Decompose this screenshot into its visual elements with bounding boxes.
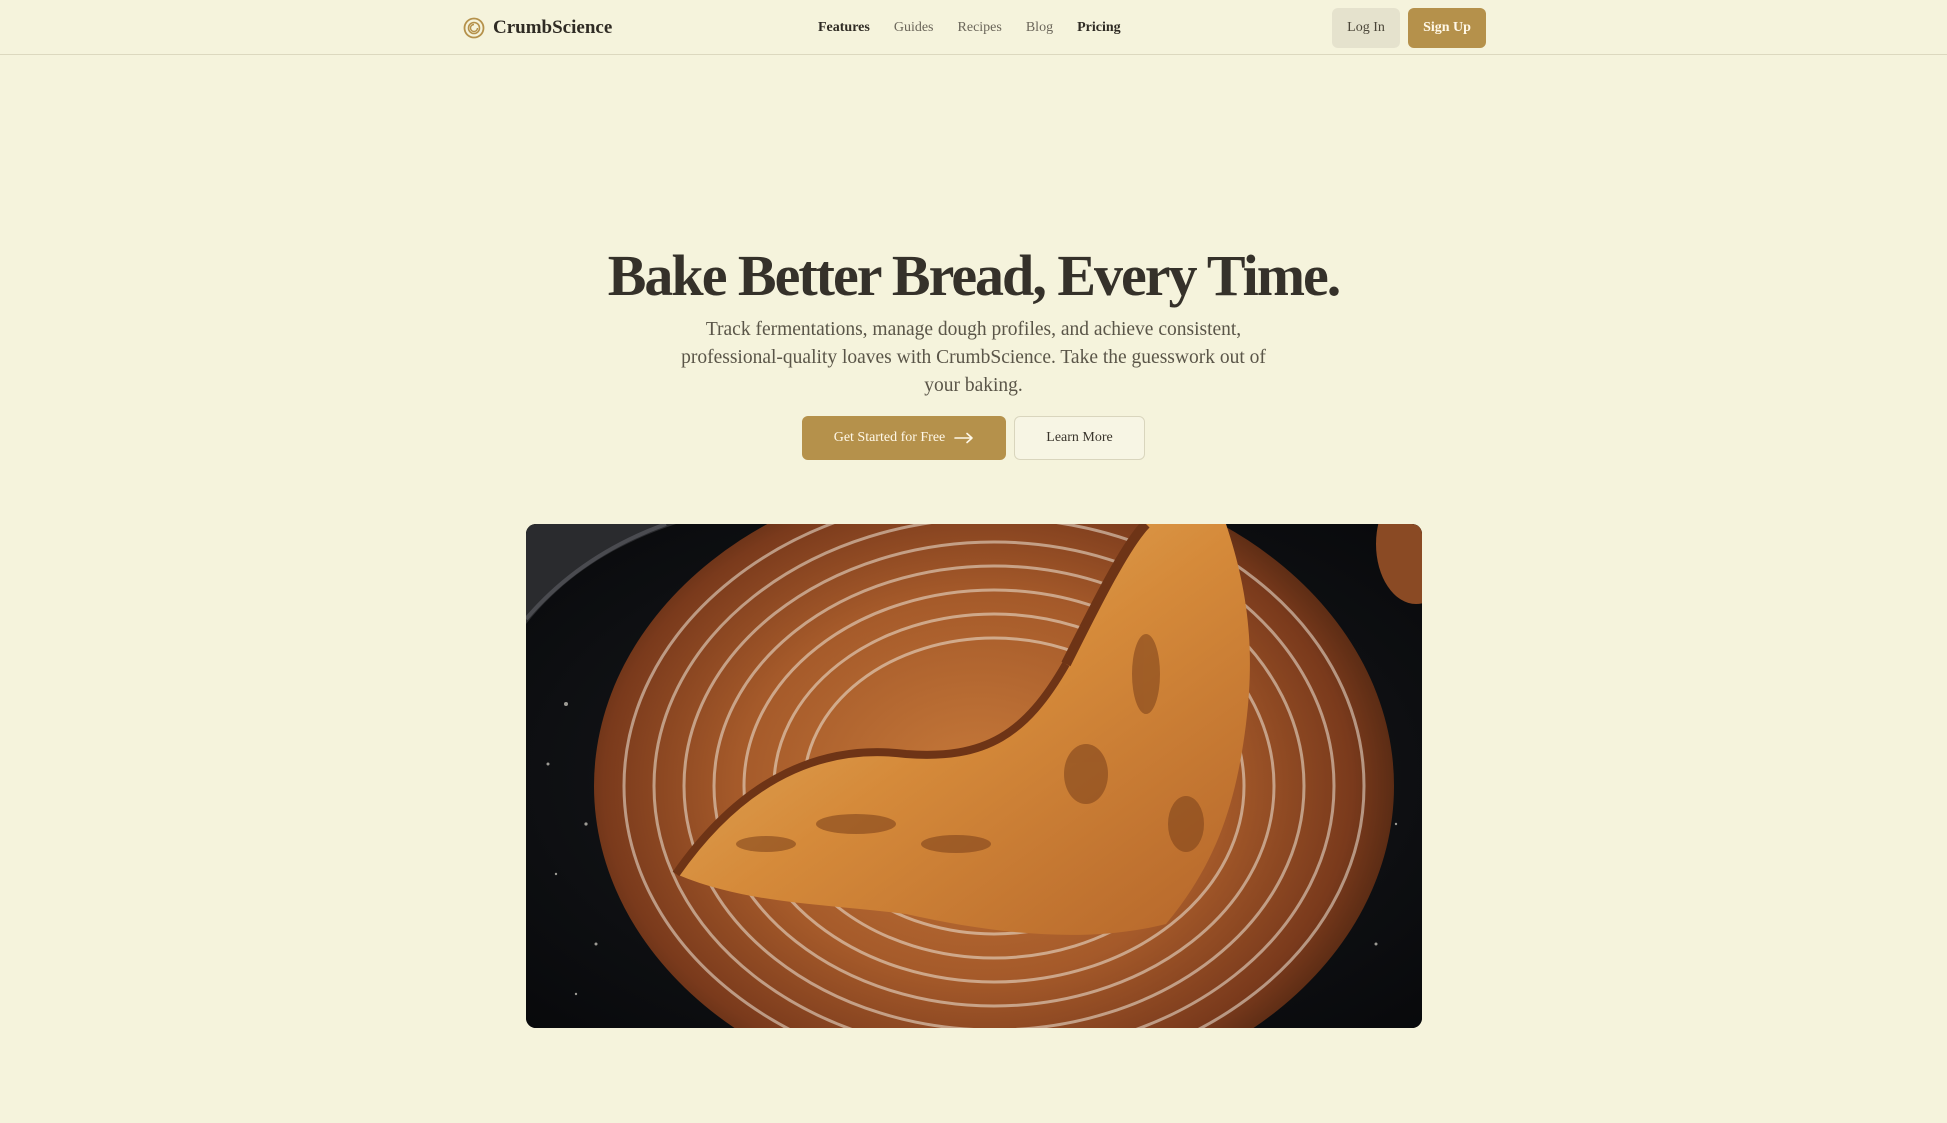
hero-subtitle: Track fermentations, manage dough profil… — [681, 319, 1266, 396]
hero-bread-image — [526, 524, 1422, 1028]
login-button[interactable]: Log In — [1332, 8, 1400, 48]
nav-item-pricing[interactable]: Pricing — [1077, 20, 1121, 36]
brand[interactable]: CrumbScience — [463, 16, 612, 40]
get-started-label: Get Started for Free — [833, 430, 946, 445]
signup-button[interactable]: Sign Up — [1408, 8, 1486, 48]
arrow-right-icon — [954, 432, 974, 444]
site-header: CrumbScience Features Guides Recipes Blo… — [0, 0, 1947, 55]
sourdough-loaf-illustration — [526, 524, 1422, 1028]
nav-item-recipes[interactable]: Recipes — [958, 20, 1002, 36]
main-nav: Features Guides Recipes Blog Pricing — [818, 18, 1121, 38]
nav-item-features[interactable]: Features — [818, 20, 870, 36]
logo-swirl-icon — [463, 17, 485, 39]
brand-name: CrumbScience — [493, 17, 613, 38]
cta-row: Get Started for Free Learn More — [802, 416, 1145, 460]
nav-item-blog[interactable]: Blog — [1026, 20, 1053, 36]
hero-title: Bake Better Bread, Every Time. — [607, 243, 1342, 308]
nav-item-guides[interactable]: Guides — [894, 20, 934, 36]
learn-more-button[interactable]: Learn More — [1014, 416, 1145, 460]
get-started-button[interactable]: Get Started for Free — [802, 416, 1006, 460]
